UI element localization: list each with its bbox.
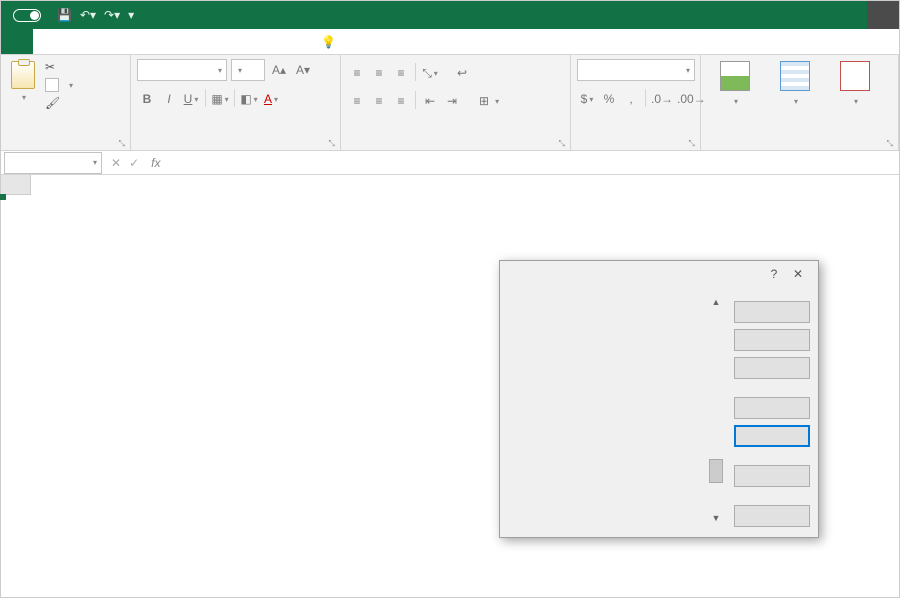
redo-icon[interactable]: ↷▾ xyxy=(104,8,120,22)
cell-styles-button[interactable]: ▾ xyxy=(827,59,883,110)
autosave-toggle[interactable] xyxy=(9,9,41,22)
align-right-icon[interactable]: ≡ xyxy=(391,91,411,111)
number-group-label xyxy=(577,145,694,150)
conditional-formatting-icon xyxy=(720,61,750,91)
wrap-icon: ↩ xyxy=(457,66,467,80)
qat-dropdown-icon[interactable]: ▾ xyxy=(128,8,134,22)
format-as-table-button[interactable]: ▾ xyxy=(767,59,823,110)
clipboard-group-label xyxy=(7,145,124,150)
close-icon[interactable]: ✕ xyxy=(786,267,810,281)
font-size-combo[interactable]: ▾ xyxy=(231,59,265,81)
group-font: ▾ ▾ A▴ A▾ B I U▾ ▦▾ ◧▾ A▾ xyxy=(131,55,341,150)
align-bottom-icon[interactable]: ≡ xyxy=(391,63,411,83)
group-styles: ▾ ▾ ▾ xyxy=(701,55,899,150)
comma-button[interactable]: , xyxy=(621,89,641,109)
tab-home[interactable] xyxy=(33,29,57,54)
percent-button[interactable]: % xyxy=(599,89,619,109)
criteria-button[interactable] xyxy=(734,465,810,487)
increase-decimal-icon[interactable]: .0→ xyxy=(650,89,674,109)
delete-button[interactable] xyxy=(734,329,810,351)
tab-formulas[interactable] xyxy=(129,29,153,54)
border-button[interactable]: ▦▾ xyxy=(210,89,230,109)
group-clipboard: ▾ ✂ ▾ 🖌 xyxy=(1,55,131,150)
save-icon[interactable]: 💾 xyxy=(57,8,72,22)
fill-color-button[interactable]: ◧▾ xyxy=(239,89,259,109)
help-icon[interactable]: ? xyxy=(762,267,786,281)
font-color-button[interactable]: A▾ xyxy=(261,89,281,109)
select-all-corner[interactable] xyxy=(1,175,31,195)
dialog-scrollbar[interactable]: ▲ ▼ xyxy=(708,293,724,527)
underline-button[interactable]: U▾ xyxy=(181,89,201,109)
tab-draw[interactable] xyxy=(81,29,105,54)
tab-data[interactable] xyxy=(153,29,177,54)
quick-access-toolbar: 💾 ↶▾ ↷▾ ▾ xyxy=(57,8,134,22)
brush-icon: 🖌 xyxy=(45,96,60,110)
scroll-thumb[interactable] xyxy=(709,459,723,483)
copy-icon xyxy=(45,78,59,92)
orientation-icon[interactable]: ⤡▾ xyxy=(420,63,440,83)
copy-button[interactable]: ▾ xyxy=(43,77,75,93)
cancel-icon[interactable]: ✕ xyxy=(111,156,121,170)
number-format-combo[interactable]: ▾ xyxy=(577,59,695,81)
lightbulb-icon: 💡 xyxy=(321,35,335,49)
formula-bar: ▾ ✕ ✓ fx xyxy=(1,151,899,175)
cut-icon: ✂ xyxy=(45,60,55,74)
context-tab-table-tools xyxy=(867,1,899,29)
paste-icon xyxy=(11,61,35,89)
tab-developer[interactable] xyxy=(225,29,249,54)
ribbon-tabs: 💡 xyxy=(1,29,899,55)
merge-center-button[interactable]: ⊞▾ xyxy=(474,91,504,111)
tab-review[interactable] xyxy=(177,29,201,54)
tab-page-layout[interactable] xyxy=(105,29,129,54)
tab-help[interactable] xyxy=(249,29,273,54)
merge-icon: ⊞ xyxy=(479,94,489,108)
new-button[interactable] xyxy=(734,301,810,323)
selection-border xyxy=(1,195,5,199)
italic-button[interactable]: I xyxy=(159,89,179,109)
dialog-title-bar[interactable]: ? ✕ xyxy=(500,261,818,287)
align-left-icon[interactable]: ≡ xyxy=(347,91,367,111)
title-bar: 💾 ↶▾ ↷▾ ▾ xyxy=(1,1,899,29)
conditional-formatting-button[interactable]: ▾ xyxy=(707,59,763,110)
tab-design[interactable] xyxy=(273,29,297,54)
tab-view[interactable] xyxy=(201,29,225,54)
format-painter-button[interactable]: 🖌 xyxy=(43,95,75,111)
tab-insert[interactable] xyxy=(57,29,81,54)
ribbon: ▾ ✂ ▾ 🖌 ▾ ▾ A▴ A▾ B I U▾ ▦▾ xyxy=(1,55,899,151)
wrap-text-button[interactable]: ↩ xyxy=(452,63,476,83)
fx-icon[interactable]: fx xyxy=(147,156,164,170)
decrease-indent-icon[interactable]: ⇤ xyxy=(420,91,440,111)
tab-file[interactable] xyxy=(1,29,33,54)
align-top-icon[interactable]: ≡ xyxy=(347,63,367,83)
data-form-dialog: ? ✕ ▲ ▼ xyxy=(499,260,819,538)
increase-font-icon[interactable]: A▴ xyxy=(269,60,289,80)
worksheet-grid[interactable] xyxy=(1,175,899,195)
find-next-button[interactable] xyxy=(734,425,810,447)
group-alignment: ≡ ≡ ≡ ⤡▾ ↩ ≡ ≡ ≡ ⇤ ⇥ ⊞▾ xyxy=(341,55,571,150)
restore-button[interactable] xyxy=(734,357,810,379)
styles-group-label xyxy=(707,145,892,150)
increase-indent-icon[interactable]: ⇥ xyxy=(442,91,462,111)
paste-button[interactable]: ▾ xyxy=(7,59,39,104)
enter-icon[interactable]: ✓ xyxy=(129,156,139,170)
format-as-table-icon xyxy=(780,61,810,91)
group-number: ▾ $▾ % , .0→ .00→ xyxy=(571,55,701,150)
cut-button[interactable]: ✂ xyxy=(43,59,75,75)
scroll-up-icon[interactable]: ▲ xyxy=(712,297,721,307)
currency-button[interactable]: $▾ xyxy=(577,89,597,109)
name-box[interactable]: ▾ xyxy=(4,152,102,174)
bold-button[interactable]: B xyxy=(137,89,157,109)
alignment-group-label xyxy=(347,145,564,150)
close-button[interactable] xyxy=(734,505,810,527)
align-middle-icon[interactable]: ≡ xyxy=(369,63,389,83)
tell-me-search[interactable]: 💡 xyxy=(321,35,341,49)
cell-styles-icon xyxy=(840,61,870,91)
scroll-down-icon[interactable]: ▼ xyxy=(712,513,721,523)
font-name-combo[interactable]: ▾ xyxy=(137,59,227,81)
align-center-icon[interactable]: ≡ xyxy=(369,91,389,111)
decrease-font-icon[interactable]: A▾ xyxy=(293,60,313,80)
font-group-label xyxy=(137,145,334,150)
undo-icon[interactable]: ↶▾ xyxy=(80,8,96,22)
find-prev-button[interactable] xyxy=(734,397,810,419)
